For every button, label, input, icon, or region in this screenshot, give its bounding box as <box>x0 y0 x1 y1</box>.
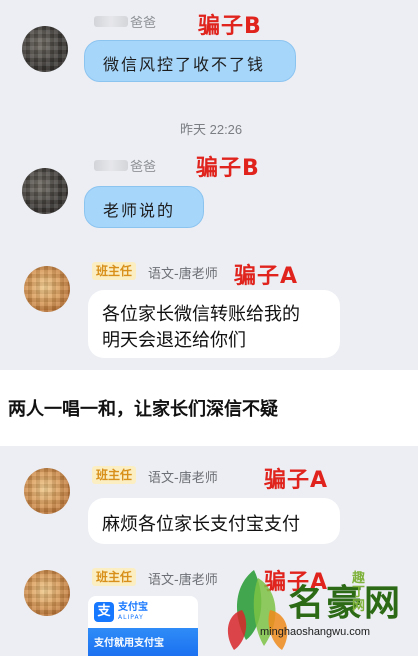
message-text: 老师说的 <box>103 201 176 220</box>
avatar[interactable] <box>24 266 70 312</box>
watermark-url: minghaoshangwu.com <box>260 626 371 638</box>
chat-panel-top: 爸爸 骗子B 微信风控了收不了钱 昨天 22:26 爸爸 骗子B 老师说的 班主… <box>0 0 418 370</box>
timestamp: 昨天 22:26 <box>180 122 243 137</box>
watermark-side-text: 趣丁网 <box>352 571 366 614</box>
sender-name: 语文-唐老师 <box>148 471 218 486</box>
message-text: 明天会退还给你们 <box>102 330 246 350</box>
message-bubble[interactable]: 老师说的 <box>84 186 204 228</box>
scammer-label: 骗子A <box>264 468 329 493</box>
alipay-subtitle: ALIPAY <box>118 614 144 621</box>
sender-name: 爸爸 <box>130 160 157 175</box>
alipay-card[interactable]: 支 支付宝 ALIPAY 支付就用支付宝 <box>88 596 198 656</box>
sender-name: 爸爸 <box>130 16 157 31</box>
avatar[interactable] <box>24 468 70 514</box>
leaf-logo-icon <box>227 570 288 650</box>
message-bubble[interactable]: 麻烦各位家长支付宝支付 <box>88 498 340 544</box>
message-bubble[interactable]: 微信风控了收不了钱 <box>84 40 296 82</box>
role-badge: 班主任 <box>92 262 137 280</box>
role-badge: 班主任 <box>92 568 137 586</box>
sender-name: 语文-唐老师 <box>148 267 218 282</box>
alipay-banner: 支付就用支付宝 <box>88 628 198 656</box>
watermark-title: 名豪网 <box>288 583 403 624</box>
role-badge: 班主任 <box>92 466 137 484</box>
caption: 两人一唱一和，让家长们深信不疑 <box>8 399 278 419</box>
name-blur <box>94 16 128 27</box>
scammer-label: 骗子B <box>198 14 262 39</box>
message-bubble[interactable]: 各位家长微信转账给我的 明天会退还给你们 <box>88 290 340 358</box>
scammer-label: 骗子A <box>234 264 299 289</box>
message-text: 各位家长微信转账给我的 <box>102 304 300 324</box>
avatar[interactable] <box>24 570 70 616</box>
avatar[interactable] <box>22 168 68 214</box>
message-text: 麻烦各位家长支付宝支付 <box>102 514 300 534</box>
avatar[interactable] <box>22 26 68 72</box>
alipay-logo-icon: 支 <box>94 602 114 622</box>
watermark: 名豪网 minghaoshangwu.com <box>224 560 418 656</box>
name-blur <box>94 160 128 171</box>
message-text: 微信风控了收不了钱 <box>103 55 266 74</box>
sender-name: 语文-唐老师 <box>148 573 218 588</box>
alipay-title: 支付宝 <box>118 602 148 613</box>
scammer-label: 骗子B <box>196 156 260 181</box>
